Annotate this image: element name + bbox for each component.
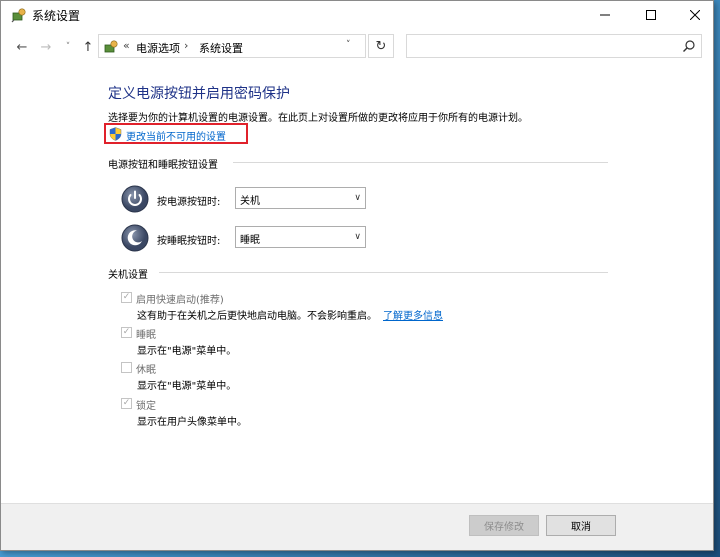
change-unavailable-settings-link[interactable]: 更改当前不可用的设置	[126, 128, 226, 143]
search-icon	[683, 40, 695, 52]
maximize-icon	[646, 10, 656, 20]
power-options-icon	[11, 8, 26, 23]
breadcrumb-separator-icon[interactable]: ›	[184, 39, 188, 52]
chevron-down-icon: ∨	[354, 232, 361, 242]
overflow-chevron-icon[interactable]: «	[123, 39, 130, 52]
sleep-button-select[interactable]: 睡眠 ∨	[235, 226, 366, 248]
address-bar[interactable]: « 电源选项 › 系统设置 ˅	[98, 34, 366, 58]
lock-label: 锁定	[136, 401, 156, 412]
forward-arrow-icon[interactable]: →	[39, 40, 53, 55]
minimize-button[interactable]	[583, 1, 627, 29]
control-panel-icon	[104, 40, 118, 53]
recent-locations-chevron-icon[interactable]: ˅	[61, 40, 75, 54]
chevron-down-icon: ∨	[354, 193, 361, 203]
window-title: 系统设置	[32, 9, 81, 23]
fast-startup-label: 启用快速启动(推荐)	[136, 295, 224, 306]
page-description: 选择要为你的计算机设置的电源设置。在此页上对设置所做的更改将应用于你所有的电源计…	[108, 113, 528, 124]
lock-description: 显示在用户头像菜单中。	[137, 417, 247, 428]
shutdown-section-header: 关机设置	[108, 270, 148, 281]
section-divider	[159, 272, 608, 273]
back-arrow-icon[interactable]: ←	[15, 40, 29, 55]
hibernate-checkbox[interactable]	[121, 362, 132, 373]
section-divider	[233, 162, 608, 163]
page-title: 定义电源按钮并启用密码保护	[108, 86, 290, 102]
main-content: 定义电源按钮并启用密码保护 选择要为你的计算机设置的电源设置。在此页上对设置所做…	[1, 63, 713, 550]
save-changes-button[interactable]: 保存修改	[469, 515, 539, 536]
power-button-value: 关机	[240, 196, 260, 207]
power-button-label: 按电源按钮时:	[157, 197, 221, 208]
up-arrow-icon[interactable]: ↑	[81, 40, 95, 55]
power-button-icon	[121, 185, 149, 213]
close-icon	[690, 10, 700, 20]
uac-shield-icon	[109, 127, 122, 141]
change-settings-highlight: 更改当前不可用的设置	[104, 123, 248, 144]
sleep-label: 睡眠	[136, 330, 156, 341]
power-button-select[interactable]: 关机 ∨	[235, 187, 366, 209]
fast-startup-description-text: 这有助于在关机之后更快地启动电脑。不会影响重启。	[137, 311, 377, 322]
power-section-header: 电源按钮和睡眠按钮设置	[108, 160, 218, 171]
learn-more-link[interactable]: 了解更多信息	[383, 311, 443, 322]
fast-startup-checkbox[interactable]: ✓	[121, 292, 132, 303]
minimize-icon	[600, 14, 610, 16]
fast-startup-description: 这有助于在关机之后更快地启动电脑。不会影响重启。 了解更多信息	[137, 307, 443, 322]
sleep-checkbox[interactable]: ✓	[121, 327, 132, 338]
refresh-button[interactable]: ↻	[368, 34, 394, 58]
breadcrumb-power-options[interactable]: 电源选项	[136, 40, 180, 56]
sleep-description: 显示在"电源"菜单中。	[137, 346, 237, 357]
hibernate-description: 显示在"电源"菜单中。	[137, 381, 237, 392]
refresh-icon: ↻	[375, 38, 387, 54]
search-input[interactable]	[406, 34, 702, 58]
sleep-button-value: 睡眠	[240, 235, 260, 246]
navigation-bar: ← → ˅ ↑ « 电源选项 › 系统设置 ˅ ↻	[1, 31, 713, 63]
title-bar: 系统设置	[1, 1, 713, 29]
system-settings-window: 系统设置 ← → ˅ ↑ « 电源选项 › 系统设置 ˅ ↻ 定义电源按钮并启用…	[0, 0, 714, 551]
sleep-button-label: 按睡眠按钮时:	[157, 236, 221, 247]
breadcrumb-system-settings[interactable]: 系统设置	[199, 40, 243, 56]
lock-checkbox[interactable]: ✓	[121, 398, 132, 409]
footer-bar: 保存修改 取消	[1, 503, 713, 550]
hibernate-label: 休眠	[136, 365, 156, 376]
sleep-button-icon	[121, 224, 149, 252]
address-dropdown-icon[interactable]: ˅	[346, 40, 351, 50]
cancel-button[interactable]: 取消	[546, 515, 616, 536]
close-button[interactable]	[673, 1, 717, 29]
maximize-button[interactable]	[629, 1, 673, 29]
